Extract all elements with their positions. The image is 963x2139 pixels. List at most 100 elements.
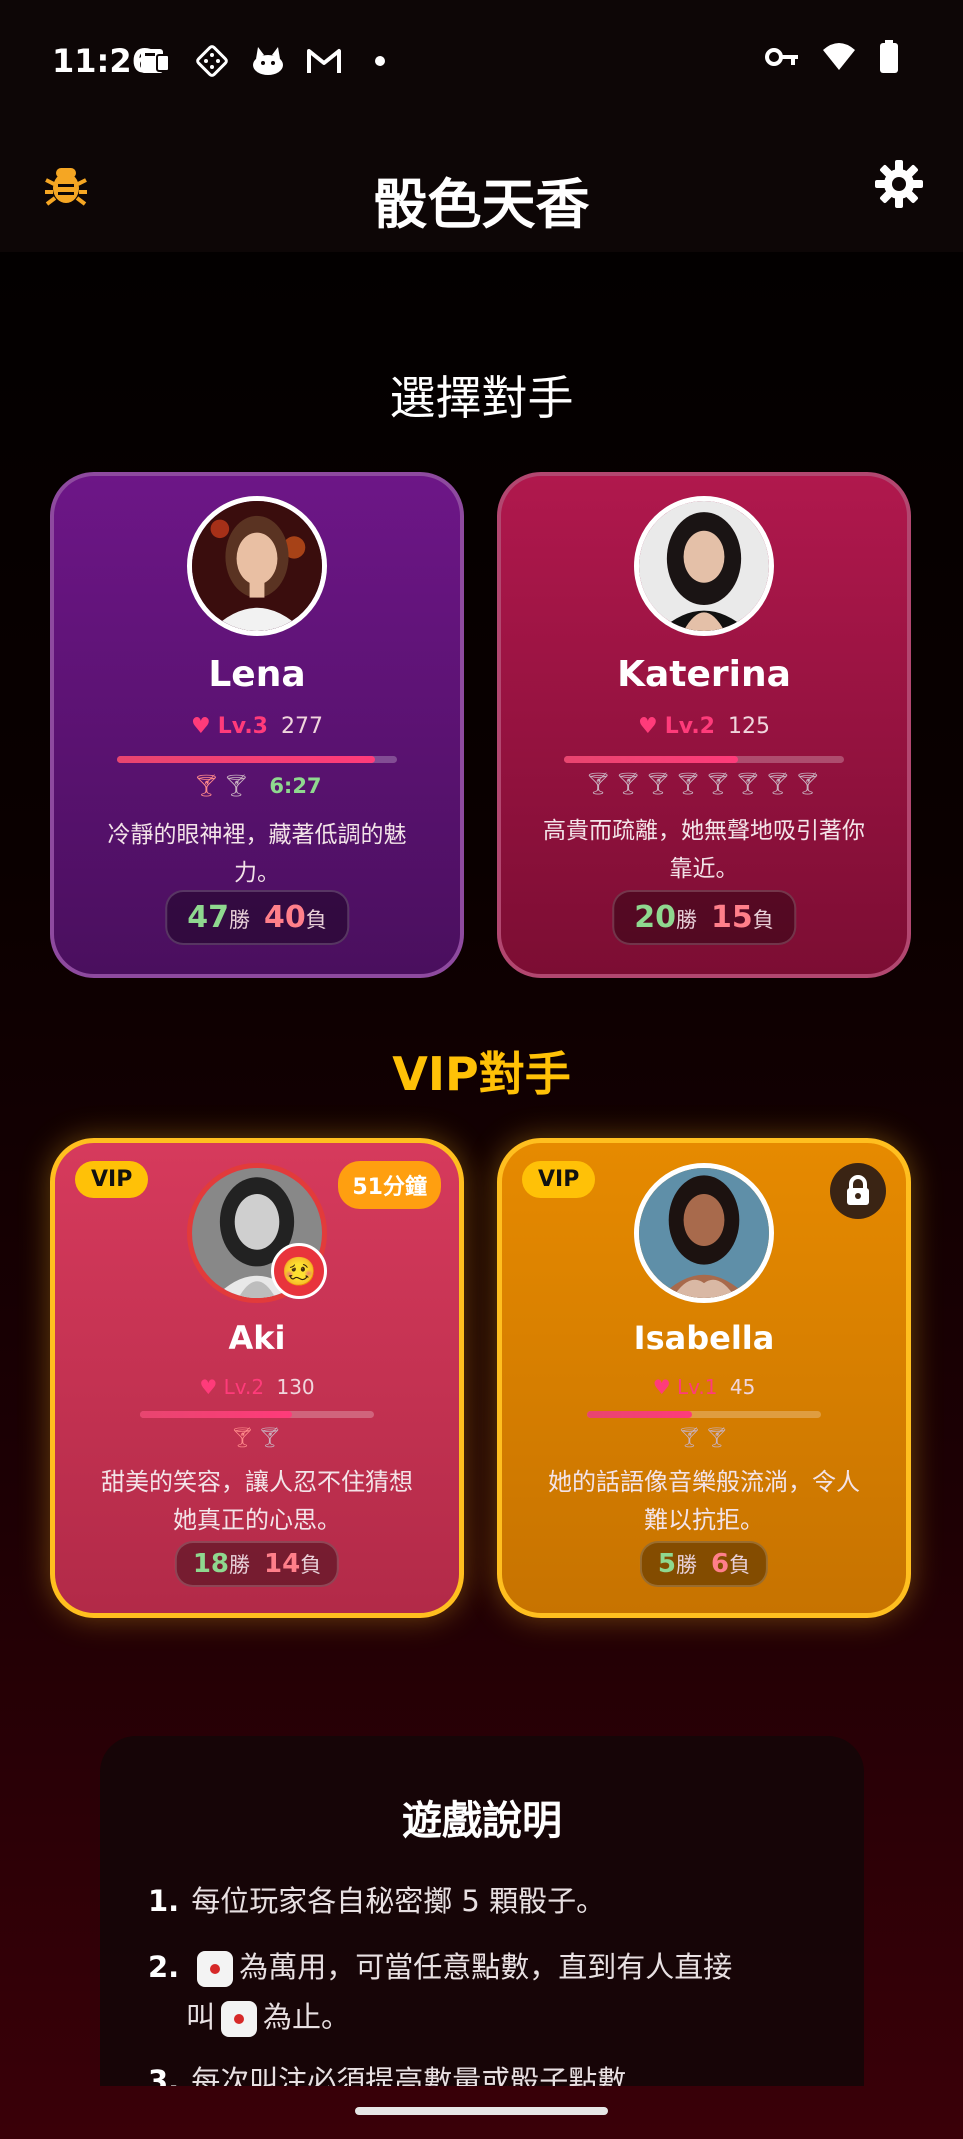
opponent-name: Aki	[228, 1319, 286, 1357]
notification-icons	[138, 44, 398, 78]
gmail-icon	[306, 44, 342, 78]
dice-icon	[194, 44, 230, 78]
losses-unit: 負	[305, 908, 327, 932]
level-row: ♥ Lv.2 125	[501, 714, 907, 739]
rule-number: 1.	[148, 1884, 180, 1918]
drink-row: 🍸︎🍸︎	[55, 1425, 459, 1449]
tablet-icon	[138, 44, 174, 78]
affection-points: 45	[729, 1375, 756, 1399]
time-left-badge: 51分鐘	[338, 1161, 441, 1209]
cooldown-timer: 6:27	[269, 774, 322, 798]
win-loss-record: 20勝 15負	[612, 890, 796, 945]
cocktail-empty-icon: 🍸︎	[257, 1425, 285, 1449]
heart-icon: ♥	[191, 714, 211, 739]
wins-unit: 勝	[229, 908, 250, 932]
wins-count: 18	[192, 1549, 229, 1579]
mood-emoji-icon: 🥴	[271, 1243, 327, 1299]
opponent-description: 她的話語像音樂般流淌，令人難以抗拒。	[548, 1468, 860, 1534]
level-label: Lv.1	[676, 1375, 718, 1399]
opponent-card-katerina[interactable]: Katerina ♥ Lv.2 125 🍸︎🍸︎🍸︎🍸︎🍸︎🍸︎🍸︎🍸︎ 高貴而…	[497, 472, 911, 978]
cocktail-empty-icon: 🍸︎🍸︎🍸︎🍸︎🍸︎🍸︎🍸︎🍸︎	[584, 772, 824, 797]
status-bar: 11:26	[0, 0, 963, 122]
wins-unit: 勝	[676, 1553, 697, 1577]
app-bar: 骰色天香	[0, 122, 963, 252]
vip-opponent-heading: VIP對手	[392, 1047, 571, 1101]
rule-text: 叫	[186, 2000, 216, 2034]
losses-count: 40	[264, 900, 306, 935]
opponent-card-lena[interactable]: Lena ♥ Lv.3 277 🍸︎🍸︎ 6:27 冷靜的眼神裡，藏著低調的魅力…	[50, 472, 464, 978]
rule-text: 每次叫注必須提高數量或骰子點數	[191, 2064, 627, 2086]
opponent-description: 冷靜的眼神裡，藏著低調的魅力。	[107, 822, 407, 886]
key-icon	[765, 47, 799, 71]
rule-text: 每位玩家各自秘密擲 5 顆骰子。	[191, 1884, 606, 1918]
affection-bar	[587, 1411, 821, 1418]
vip-badge: VIP	[75, 1161, 149, 1198]
win-loss-record: 47勝 40負	[165, 890, 349, 945]
wins-unit: 勝	[676, 908, 697, 932]
opponent-name: Katerina	[617, 654, 791, 695]
affection-bar-fill	[140, 1411, 293, 1418]
cat-icon	[250, 44, 286, 78]
losses-unit: 負	[729, 1553, 751, 1577]
cocktail-icon: 🍸︎	[229, 1425, 257, 1449]
heart-icon: ♥	[652, 1375, 671, 1399]
affection-points: 130	[276, 1375, 315, 1399]
vip-card-aki[interactable]: VIP 51分鐘 🥴 Aki ♥ Lv.2 130 🍸︎🍸︎ 甜美的笑容，讓人忍…	[50, 1138, 464, 1618]
vip-card-isabella[interactable]: VIP Isabella ♥ Lv.1 45 🍸︎🍸︎ 她的話語像音樂般流淌，令…	[497, 1138, 911, 1618]
rule-text: 為萬用，可當任意點數，直到有人直接	[239, 1950, 733, 1984]
avatar	[634, 496, 774, 636]
wins-count: 47	[187, 900, 229, 935]
lock-icon	[830, 1163, 886, 1219]
wifi-icon	[821, 42, 857, 76]
affection-bar	[117, 756, 397, 763]
affection-bar	[564, 756, 844, 763]
rule-item: 3. 每次叫注必須提高數量或骰子點數	[148, 2056, 824, 2086]
level-label: Lv.2	[223, 1375, 265, 1399]
affection-bar-fill	[564, 756, 738, 763]
cocktail-icon: 🍸︎	[192, 774, 223, 799]
rule-text: 為止。	[263, 2000, 351, 2034]
drink-row: 🍸︎🍸︎ 6:27	[54, 774, 460, 799]
choose-opponent-heading: 選擇對手	[389, 371, 574, 425]
avatar	[187, 496, 327, 636]
level-row: ♥ Lv.2 130	[55, 1375, 459, 1399]
level-row: ♥ Lv.3 277	[54, 714, 460, 739]
rule-item: 2. 為萬用，可當任意點數，直到有人直接 叫 為止。	[148, 1942, 824, 2042]
heart-icon: ♥	[638, 714, 658, 739]
app-title: 骰色天香	[373, 173, 590, 236]
rules-panel[interactable]: 遊戲說明 1. 每位玩家各自秘密擲 5 顆骰子。 2. 為萬用，可當任意點數，直到有…	[100, 1736, 864, 2086]
drink-row: 🍸︎🍸︎🍸︎🍸︎🍸︎🍸︎🍸︎🍸︎	[501, 772, 907, 797]
losses-count: 6	[711, 1549, 730, 1579]
heart-icon: ♥	[199, 1375, 218, 1399]
level-label: Lv.2	[664, 714, 715, 739]
gear-icon[interactable]	[873, 158, 925, 210]
losses-count: 14	[264, 1549, 301, 1579]
battery-icon	[879, 40, 899, 78]
system-icons	[765, 40, 899, 78]
win-loss-record: 18勝 14負	[174, 1541, 340, 1587]
dot-icon	[362, 44, 398, 78]
rules-title: 遊戲說明	[402, 1798, 562, 1844]
losses-unit: 負	[300, 1553, 322, 1577]
drink-row: 🍸︎🍸︎	[502, 1425, 906, 1449]
vip-badge: VIP	[522, 1161, 596, 1198]
rule-item: 1. 每位玩家各自秘密擲 5 顆骰子。	[148, 1876, 824, 1926]
affection-points: 125	[727, 714, 770, 739]
level-label: Lv.3	[217, 714, 268, 739]
wins-count: 5	[657, 1549, 676, 1579]
home-indicator[interactable]	[355, 2107, 608, 2115]
rule-number: 2.	[148, 1950, 180, 1984]
rule-number: 3.	[148, 2064, 180, 2086]
affection-points: 277	[280, 714, 323, 739]
win-loss-record: 5勝 6負	[639, 1541, 769, 1587]
opponent-name: Lena	[208, 654, 306, 695]
losses-count: 15	[711, 900, 753, 935]
opponent-name: Isabella	[633, 1319, 775, 1357]
avatar	[634, 1163, 774, 1303]
affection-bar-fill	[587, 1411, 693, 1418]
losses-unit: 負	[752, 908, 774, 932]
wins-count: 20	[634, 900, 676, 935]
cocktail-empty-icon: 🍸︎	[222, 774, 253, 799]
affection-bar-fill	[117, 756, 375, 763]
wins-unit: 勝	[229, 1553, 250, 1577]
